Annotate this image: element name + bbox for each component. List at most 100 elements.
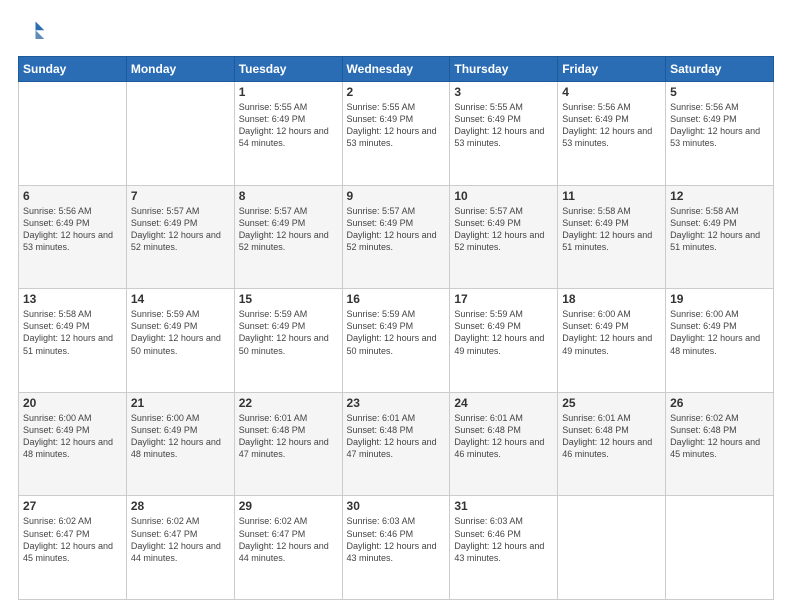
calendar-cell (19, 82, 127, 186)
calendar-cell: 29 Sunrise: 6:02 AM Sunset: 6:47 PM Dayli… (234, 496, 342, 600)
weekday-header: Saturday (666, 57, 774, 82)
calendar-cell: 23Sunrise: 6:01 AM Sunset: 6:48 PM Dayli… (342, 392, 450, 496)
cell-info: Sunrise: 5:56 AM Sunset: 6:49 PM Dayligh… (23, 205, 122, 254)
calendar-cell: 15 Sunrise: 5:59 AM Sunset: 6:49 PM Dayli… (234, 289, 342, 393)
weekday-header: Friday (558, 57, 666, 82)
calendar-cell: 1Sunrise: 5:55 AM Sunset: 6:49 PM Daylig… (234, 82, 342, 186)
day-number: 24 (454, 396, 553, 410)
weekday-header: Thursday (450, 57, 558, 82)
page: SundayMondayTuesdayWednesdayThursdayFrid… (0, 0, 792, 612)
cell-info: Sunrise: 5:58 AM Sunset: 6:49 PM Dayligh… (23, 308, 122, 357)
cell-info: Sunrise: 6:01 AM Sunset: 6:48 PM Dayligh… (239, 412, 338, 461)
calendar-cell: 31Sunrise: 6:03 AM Sunset: 6:46 PM Dayli… (450, 496, 558, 600)
cell-info: Sunrise: 5:55 AM Sunset: 6:49 PM Dayligh… (454, 101, 553, 150)
calendar-cell: 17 Sunrise: 5:59 AM Sunset: 6:49 PM Dayli… (450, 289, 558, 393)
calendar-cell: 21 Sunrise: 6:00 AM Sunset: 6:49 PM Dayli… (126, 392, 234, 496)
day-number: 9 (347, 189, 446, 203)
day-number: 4 (562, 85, 661, 99)
cell-info: Sunrise: 5:59 AM Sunset: 6:49 PM Dayligh… (131, 308, 230, 357)
calendar-header-row: SundayMondayTuesdayWednesdayThursdayFrid… (19, 57, 774, 82)
day-number: 21 (131, 396, 230, 410)
day-number: 30 (347, 499, 446, 513)
calendar-week-row: 27 Sunrise: 6:02 AM Sunset: 6:47 PM Dayli… (19, 496, 774, 600)
day-number: 5 (670, 85, 769, 99)
day-number: 3 (454, 85, 553, 99)
day-number: 11 (562, 189, 661, 203)
calendar-cell: 25 Sunrise: 6:01 AM Sunset: 6:48 PM Dayli… (558, 392, 666, 496)
calendar-cell: 2 Sunrise: 5:55 AM Sunset: 6:49 PM Daylig… (342, 82, 450, 186)
cell-info: Sunrise: 5:59 AM Sunset: 6:49 PM Dayligh… (347, 308, 446, 357)
day-number: 7 (131, 189, 230, 203)
calendar-cell: 11 Sunrise: 5:58 AM Sunset: 6:49 PM Dayli… (558, 185, 666, 289)
calendar-cell: 20Sunrise: 6:00 AM Sunset: 6:49 PM Dayli… (19, 392, 127, 496)
cell-info: Sunrise: 5:55 AM Sunset: 6:49 PM Dayligh… (239, 101, 338, 150)
cell-info: Sunrise: 6:02 AM Sunset: 6:47 PM Dayligh… (239, 515, 338, 564)
calendar-cell: 14 Sunrise: 5:59 AM Sunset: 6:49 PM Dayli… (126, 289, 234, 393)
calendar-cell: 8 Sunrise: 5:57 AM Sunset: 6:49 PM Daylig… (234, 185, 342, 289)
calendar-cell: 16 Sunrise: 5:59 AM Sunset: 6:49 PM Dayli… (342, 289, 450, 393)
calendar-week-row: 6 Sunrise: 5:56 AM Sunset: 6:49 PM Daylig… (19, 185, 774, 289)
cell-info: Sunrise: 6:00 AM Sunset: 6:49 PM Dayligh… (131, 412, 230, 461)
calendar-cell: 4 Sunrise: 5:56 AM Sunset: 6:49 PM Daylig… (558, 82, 666, 186)
day-number: 8 (239, 189, 338, 203)
calendar-week-row: 20Sunrise: 6:00 AM Sunset: 6:49 PM Dayli… (19, 392, 774, 496)
cell-info: Sunrise: 5:56 AM Sunset: 6:49 PM Dayligh… (562, 101, 661, 150)
logo-icon (18, 18, 46, 46)
cell-info: Sunrise: 5:56 AM Sunset: 6:49 PM Dayligh… (670, 101, 769, 150)
calendar-week-row: 13 Sunrise: 5:58 AM Sunset: 6:49 PM Dayli… (19, 289, 774, 393)
calendar-cell: 3 Sunrise: 5:55 AM Sunset: 6:49 PM Daylig… (450, 82, 558, 186)
cell-info: Sunrise: 5:57 AM Sunset: 6:49 PM Dayligh… (131, 205, 230, 254)
cell-info: Sunrise: 6:01 AM Sunset: 6:48 PM Dayligh… (454, 412, 553, 461)
calendar-cell: 26 Sunrise: 6:02 AM Sunset: 6:48 PM Dayli… (666, 392, 774, 496)
cell-info: Sunrise: 5:59 AM Sunset: 6:49 PM Dayligh… (239, 308, 338, 357)
day-number: 26 (670, 396, 769, 410)
calendar-cell: 18Sunrise: 6:00 AM Sunset: 6:49 PM Dayli… (558, 289, 666, 393)
cell-info: Sunrise: 5:57 AM Sunset: 6:49 PM Dayligh… (239, 205, 338, 254)
cell-info: Sunrise: 5:57 AM Sunset: 6:49 PM Dayligh… (347, 205, 446, 254)
day-number: 13 (23, 292, 122, 306)
weekday-header: Tuesday (234, 57, 342, 82)
calendar-cell (558, 496, 666, 600)
weekday-header: Wednesday (342, 57, 450, 82)
calendar-cell: 22Sunrise: 6:01 AM Sunset: 6:48 PM Dayli… (234, 392, 342, 496)
logo (18, 18, 50, 46)
calendar-cell: 7 Sunrise: 5:57 AM Sunset: 6:49 PM Daylig… (126, 185, 234, 289)
cell-info: Sunrise: 6:00 AM Sunset: 6:49 PM Dayligh… (23, 412, 122, 461)
day-number: 23 (347, 396, 446, 410)
day-number: 10 (454, 189, 553, 203)
calendar-cell: 6 Sunrise: 5:56 AM Sunset: 6:49 PM Daylig… (19, 185, 127, 289)
cell-info: Sunrise: 6:02 AM Sunset: 6:47 PM Dayligh… (131, 515, 230, 564)
calendar-cell: 27 Sunrise: 6:02 AM Sunset: 6:47 PM Dayli… (19, 496, 127, 600)
calendar-cell: 28Sunrise: 6:02 AM Sunset: 6:47 PM Dayli… (126, 496, 234, 600)
calendar-cell: 9 Sunrise: 5:57 AM Sunset: 6:49 PM Daylig… (342, 185, 450, 289)
cell-info: Sunrise: 6:03 AM Sunset: 6:46 PM Dayligh… (347, 515, 446, 564)
cell-info: Sunrise: 5:57 AM Sunset: 6:49 PM Dayligh… (454, 205, 553, 254)
header (18, 18, 774, 46)
day-number: 17 (454, 292, 553, 306)
cell-info: Sunrise: 6:02 AM Sunset: 6:47 PM Dayligh… (23, 515, 122, 564)
cell-info: Sunrise: 6:01 AM Sunset: 6:48 PM Dayligh… (562, 412, 661, 461)
calendar-cell (126, 82, 234, 186)
day-number: 6 (23, 189, 122, 203)
cell-info: Sunrise: 6:00 AM Sunset: 6:49 PM Dayligh… (562, 308, 661, 357)
day-number: 29 (239, 499, 338, 513)
day-number: 16 (347, 292, 446, 306)
day-number: 2 (347, 85, 446, 99)
day-number: 14 (131, 292, 230, 306)
cell-info: Sunrise: 5:58 AM Sunset: 6:49 PM Dayligh… (562, 205, 661, 254)
day-number: 27 (23, 499, 122, 513)
day-number: 12 (670, 189, 769, 203)
cell-info: Sunrise: 6:03 AM Sunset: 6:46 PM Dayligh… (454, 515, 553, 564)
day-number: 19 (670, 292, 769, 306)
cell-info: Sunrise: 5:59 AM Sunset: 6:49 PM Dayligh… (454, 308, 553, 357)
calendar-cell: 13 Sunrise: 5:58 AM Sunset: 6:49 PM Dayli… (19, 289, 127, 393)
cell-info: Sunrise: 5:55 AM Sunset: 6:49 PM Dayligh… (347, 101, 446, 150)
calendar-cell: 12Sunrise: 5:58 AM Sunset: 6:49 PM Dayli… (666, 185, 774, 289)
calendar-cell: 5 Sunrise: 5:56 AM Sunset: 6:49 PM Daylig… (666, 82, 774, 186)
calendar-week-row: 1Sunrise: 5:55 AM Sunset: 6:49 PM Daylig… (19, 82, 774, 186)
cell-info: Sunrise: 6:02 AM Sunset: 6:48 PM Dayligh… (670, 412, 769, 461)
calendar-cell: 24 Sunrise: 6:01 AM Sunset: 6:48 PM Dayli… (450, 392, 558, 496)
calendar-table: SundayMondayTuesdayWednesdayThursdayFrid… (18, 56, 774, 600)
day-number: 25 (562, 396, 661, 410)
day-number: 15 (239, 292, 338, 306)
